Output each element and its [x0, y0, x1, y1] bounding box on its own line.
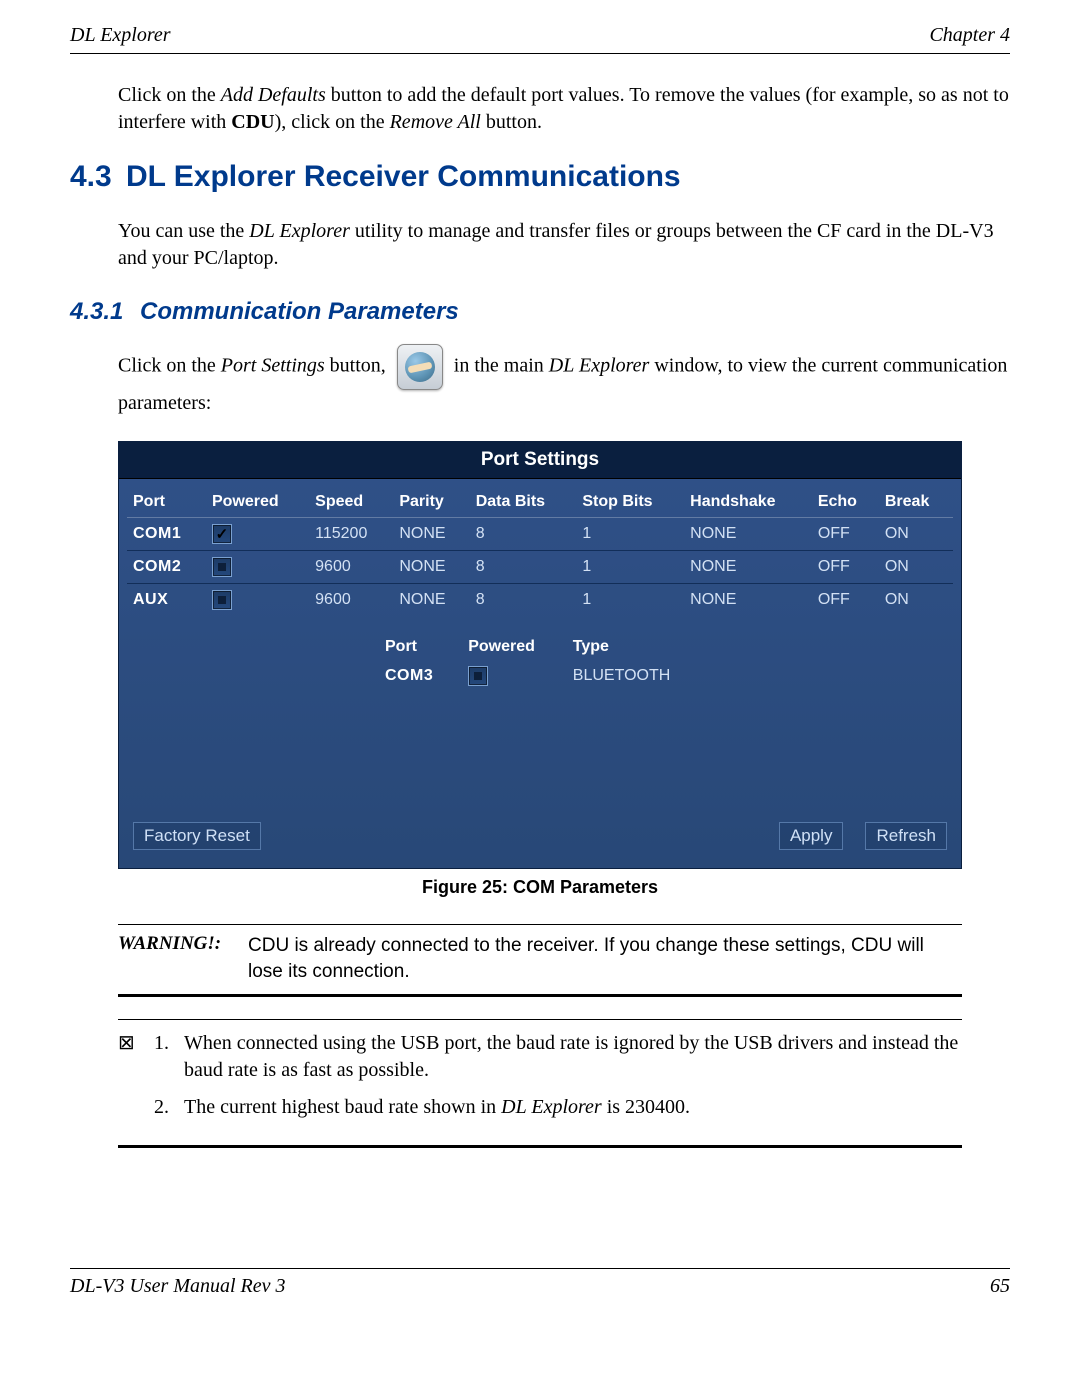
table-row[interactable]: AUX 9600 NONE 8 1 NONE OFF ON — [127, 584, 953, 617]
table-row[interactable]: COM2 9600 NONE 8 1 NONE OFF ON — [127, 551, 953, 584]
powered-checkbox[interactable] — [468, 666, 488, 686]
figure-caption: Figure 25: COM Parameters — [70, 877, 1010, 898]
port-settings-table: Port Powered Speed Parity Data Bits Stop… — [127, 489, 953, 616]
port-settings-icon — [397, 344, 443, 390]
powered-checkbox[interactable] — [212, 524, 232, 544]
intro-paragraph: Click on the Add Defaults button to add … — [118, 82, 1010, 136]
table-header-row: Port Powered Speed Parity Data Bits Stop… — [127, 489, 953, 518]
factory-reset-button[interactable]: Factory Reset — [133, 822, 261, 850]
subsection-heading: 4.3.1 Communication Parameters — [70, 298, 1010, 326]
powered-checkbox[interactable] — [212, 590, 232, 610]
section-title: DL Explorer Receiver Communications — [126, 160, 681, 194]
table-header-row: Port Powered Type — [377, 634, 703, 660]
port-settings-panel: Port Settings Port Powered Speed Parity … — [118, 441, 962, 869]
header-right: Chapter 4 — [929, 24, 1010, 47]
footer-right: 65 — [990, 1275, 1010, 1298]
note-text: The current highest baud rate shown in D… — [184, 1094, 962, 1121]
subsection-title: Communication Parameters — [140, 298, 459, 326]
section-number: 4.3 — [70, 160, 126, 194]
section-paragraph: You can use the DL Explorer utility to m… — [118, 218, 1010, 272]
notes-block: ⊠ 1. When connected using the USB port, … — [118, 1019, 962, 1148]
header-left: DL Explorer — [70, 24, 171, 47]
refresh-button[interactable]: Refresh — [865, 822, 947, 850]
footer-left: DL-V3 User Manual Rev 3 — [70, 1275, 286, 1298]
warning-block: WARNING!: CDU is already connected to th… — [118, 924, 962, 997]
param-line: Click on the Port Settings button, in th… — [118, 344, 1010, 417]
port-settings-title: Port Settings — [119, 442, 961, 479]
table-row[interactable]: COM3 BLUETOOTH — [377, 662, 703, 690]
section-heading: 4.3 DL Explorer Receiver Communications — [70, 160, 1010, 194]
powered-checkbox[interactable] — [212, 557, 232, 577]
note-number: 1. — [154, 1030, 184, 1084]
port-settings-subtable: Port Powered Type COM3 BLUETOOTH — [375, 632, 705, 692]
page-header: DL Explorer Chapter 4 — [70, 24, 1010, 54]
table-row[interactable]: COM1 115200 NONE 8 1 NONE OFF ON — [127, 518, 953, 551]
subsection-number: 4.3.1 — [70, 298, 140, 326]
note-text: When connected using the USB port, the b… — [184, 1030, 962, 1084]
warning-text: CDU is already connected to the receiver… — [248, 933, 962, 984]
page-footer: DL-V3 User Manual Rev 3 65 — [70, 1268, 1010, 1298]
warning-label: WARNING!: — [118, 933, 248, 984]
apply-button[interactable]: Apply — [779, 822, 844, 850]
note-number: 2. — [154, 1094, 184, 1121]
note-icon: ⊠ — [118, 1030, 154, 1084]
